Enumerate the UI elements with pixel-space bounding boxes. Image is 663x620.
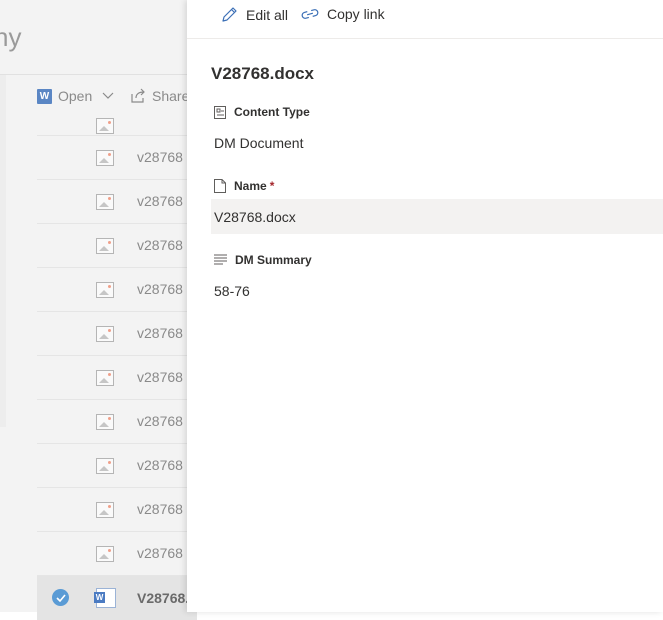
link-icon bbox=[301, 7, 319, 21]
name-label-text: Name bbox=[234, 179, 267, 193]
file-name: v28768 ( bbox=[137, 149, 192, 165]
panel-title: V28768.docx bbox=[211, 64, 315, 83]
list-item[interactable]: v28768 ( bbox=[37, 312, 197, 356]
list-item[interactable]: v28768 ( bbox=[37, 268, 197, 312]
image-file-icon bbox=[96, 194, 114, 210]
content-type-label: Content Type bbox=[214, 105, 310, 119]
left-nav-strip bbox=[0, 75, 6, 427]
content-type-label-text: Content Type bbox=[234, 105, 310, 119]
content-type-icon bbox=[214, 105, 226, 119]
document-icon bbox=[214, 179, 226, 193]
edit-all-button[interactable]: Edit all bbox=[220, 6, 288, 24]
file-list: v28768 ( v28768 ( v28768 ( v28768 ( v287… bbox=[37, 118, 197, 620]
text-lines-icon bbox=[214, 254, 227, 266]
dm-summary-label: DM Summary bbox=[214, 253, 312, 267]
file-name: v28768 ( bbox=[137, 369, 192, 385]
list-item[interactable]: v28768 ( bbox=[37, 180, 197, 224]
library-command-bar: W Open Share bbox=[0, 76, 190, 118]
image-file-icon bbox=[96, 282, 114, 298]
panel-command-bar: Edit all Copy link bbox=[187, 0, 663, 39]
image-file-icon bbox=[96, 502, 114, 518]
share-button[interactable]: Share bbox=[130, 88, 189, 104]
open-button[interactable]: W Open bbox=[37, 88, 114, 104]
copy-link-button[interactable]: Copy link bbox=[301, 6, 385, 22]
word-letter: W bbox=[94, 592, 105, 603]
list-item[interactable]: v28768 ( bbox=[37, 224, 197, 268]
image-file-icon bbox=[96, 458, 114, 474]
image-file-icon bbox=[96, 118, 114, 134]
file-name: v28768 ( bbox=[137, 413, 192, 429]
file-name: V28768. bbox=[137, 590, 190, 606]
open-label: Open bbox=[58, 88, 93, 104]
file-name: v28768 ( bbox=[137, 457, 192, 473]
header-divider bbox=[0, 74, 190, 75]
image-file-icon bbox=[96, 546, 114, 562]
word-document-icon: W bbox=[94, 588, 116, 608]
share-icon bbox=[130, 88, 146, 104]
name-value: V28768.docx bbox=[214, 209, 296, 225]
copy-link-label: Copy link bbox=[327, 6, 385, 22]
word-icon: W bbox=[37, 88, 52, 104]
list-item[interactable]: v28768 ( bbox=[37, 356, 197, 400]
chevron-down-icon bbox=[102, 92, 114, 100]
details-panel: Edit all Copy link V28768.docx Content T… bbox=[187, 0, 663, 612]
file-name: v28768 ( bbox=[137, 501, 192, 517]
file-name: v28768 ( bbox=[137, 281, 192, 297]
selected-list-item[interactable]: W V28768. bbox=[37, 576, 197, 620]
name-label: Name * bbox=[214, 179, 274, 193]
file-name: v28768 ( bbox=[137, 237, 192, 253]
dm-summary-value[interactable]: 58-76 bbox=[214, 283, 250, 299]
image-file-icon bbox=[96, 326, 114, 342]
content-type-value[interactable]: DM Document bbox=[214, 135, 303, 151]
file-name: v28768 ( bbox=[137, 325, 192, 341]
image-file-icon bbox=[96, 150, 114, 166]
list-item[interactable]: v28768 ( bbox=[37, 488, 197, 532]
share-label: Share bbox=[152, 88, 190, 104]
file-name: v28768 ( bbox=[137, 193, 192, 209]
dm-summary-label-text: DM Summary bbox=[235, 253, 312, 267]
image-file-icon bbox=[96, 238, 114, 254]
name-field[interactable]: V28768.docx bbox=[211, 199, 663, 234]
file-name: v28768 ( bbox=[137, 545, 192, 561]
image-file-icon bbox=[96, 370, 114, 386]
image-file-icon bbox=[96, 414, 114, 430]
list-item[interactable]: v28768 ( bbox=[37, 400, 197, 444]
list-item[interactable]: v28768 ( bbox=[37, 444, 197, 488]
list-item[interactable]: v28768 ( bbox=[37, 136, 197, 180]
list-item[interactable] bbox=[37, 118, 197, 136]
checkmark-icon[interactable] bbox=[52, 589, 69, 606]
required-marker: * bbox=[269, 179, 275, 193]
pencil-icon bbox=[220, 6, 238, 24]
library-title: ny bbox=[0, 22, 22, 52]
edit-all-label: Edit all bbox=[246, 7, 289, 23]
list-item[interactable]: v28768 ( bbox=[37, 532, 197, 576]
